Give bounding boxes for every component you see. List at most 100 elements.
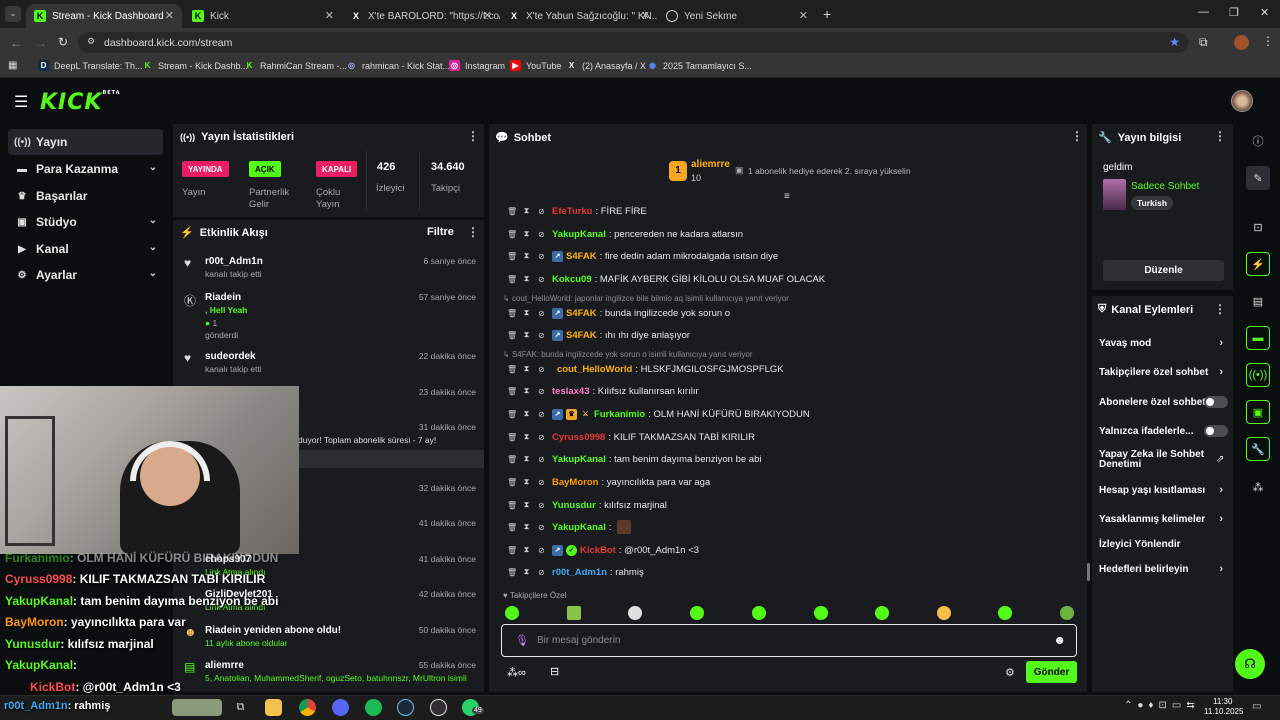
emote-icon[interactable] xyxy=(1060,606,1074,620)
menu-icon[interactable]: ⋮ xyxy=(1262,34,1274,48)
task-view-icon[interactable]: ⧉ xyxy=(232,699,249,716)
new-tab-icon[interactable]: + xyxy=(823,6,831,22)
tab-x-barolord[interactable]: X X'te BAROLORD: "https://t.co/... ✕ xyxy=(342,4,500,28)
ban-icon[interactable]: ⊘ xyxy=(537,455,546,464)
tab-search-icon[interactable]: ⌄ xyxy=(5,6,21,22)
delete-icon[interactable]: 🗑 xyxy=(507,568,517,577)
delete-icon[interactable]: 🗑 xyxy=(507,275,517,284)
timeout-icon[interactable]: ⧗ xyxy=(522,500,531,510)
broadcast-icon[interactable]: ((•)) xyxy=(1246,363,1270,387)
apps-grid-icon[interactable]: ▦ xyxy=(8,60,17,71)
discord-icon[interactable] xyxy=(332,699,349,716)
bookmark-youtube[interactable]: ▶ YouTube xyxy=(510,60,561,71)
delete-icon[interactable]: 🗑 xyxy=(507,230,517,239)
category-thumbnail[interactable] xyxy=(1103,179,1126,210)
chat-message[interactable]: 🗑 ⧗ ⊘ Yunusdur: kılıfsız marjinal xyxy=(507,496,1082,514)
tab-kick[interactable]: K Kick ✕ xyxy=(184,4,342,28)
bookmark-rahmican-stream[interactable]: K RahmiCan Stream -... xyxy=(244,60,347,71)
bookmark-kick-dashboard[interactable]: K Stream - Kick Dashb... xyxy=(142,60,248,71)
close-window-icon[interactable]: ✕ xyxy=(1260,6,1269,19)
emote-icon[interactable] xyxy=(752,606,766,620)
microphone-icon[interactable]: 🎙 xyxy=(515,634,529,647)
emoji-picker-icon[interactable]: ☻ xyxy=(1053,633,1066,647)
chat-message[interactable]: 🗑 ⧗ ⊘ YakupKanal: tam benim dayıma benziyon… xyxy=(507,450,1082,468)
emote-icon[interactable] xyxy=(628,606,642,620)
collapse-pinned-icon[interactable]: ≡ xyxy=(784,191,790,202)
filter-button[interactable]: Filtre xyxy=(427,226,454,238)
gift-icon[interactable]: ⊟ xyxy=(550,665,559,678)
ban-icon[interactable]: ⊘ xyxy=(537,387,546,396)
chat-input[interactable]: 🎙 Bir mesaj gönderin ☻ xyxy=(501,624,1077,657)
timeout-icon[interactable]: ⧗ xyxy=(522,432,531,442)
close-tab-icon[interactable]: ✕ xyxy=(483,9,492,22)
sidebar-item-ayarlar[interactable]: ⚙ Ayarlar ⌄ xyxy=(8,262,163,288)
action-slow-mode[interactable]: Yavaş mod › xyxy=(1099,336,1227,350)
chat-message[interactable]: 🗑 ⧗ ⊘ EfeTurku: FİRE FİRE xyxy=(507,202,1082,220)
action-account-age[interactable]: Hesap yaşı kısıtlaması › xyxy=(1099,483,1227,497)
tray-icons[interactable]: ⌃●♦⊡▭⇆ xyxy=(1124,700,1200,711)
chat-message[interactable]: 🗑 ⧗ ⊘ Kokcu09: MAFİK AYBERK GİBİ KİLOLU OLS… xyxy=(507,270,1082,288)
bookmark-star-icon[interactable]: ★ xyxy=(1169,35,1180,49)
ban-icon[interactable]: ⊘ xyxy=(537,523,546,532)
wrench-icon[interactable]: 🔧 xyxy=(1246,437,1270,461)
url-field[interactable]: ⚙ dashboard.kick.com/stream ★ xyxy=(78,32,1188,53)
tab-new-tab[interactable]: Yeni Sekme ✕ xyxy=(658,4,816,28)
chat-menu-icon[interactable]: ⋮ xyxy=(1071,129,1083,143)
chat-message[interactable]: 🗑 ⧗ ⊘ ↗ S4FAK: fire dedin adam mikrodalgada … xyxy=(507,247,1082,265)
ban-icon[interactable]: ⊘ xyxy=(537,230,546,239)
edit-stream-button[interactable]: Düzenle xyxy=(1103,260,1224,281)
external-link-icon[interactable]: ⇗ xyxy=(1216,454,1224,465)
sidebar-item-studyo[interactable]: ▣ Stüdyo ⌄ xyxy=(8,209,163,235)
site-info-icon[interactable]: ⚙ xyxy=(87,36,95,47)
document-icon[interactable]: ▤ xyxy=(1246,289,1270,313)
delete-icon[interactable]: 🗑 xyxy=(507,252,517,261)
chat-message[interactable]: 🗑 ⧗ ⊘ cout_HelloWorld: HLSKFJMGILOSFGJMOSPF… xyxy=(507,360,1082,378)
delete-icon[interactable]: 🗑 xyxy=(507,387,517,396)
restore-icon[interactable]: ❐ xyxy=(1229,6,1239,19)
chat-message[interactable]: 🗑 ⧗ ⊘ YakupKanal: xyxy=(507,518,1082,536)
tab-x-yabun[interactable]: X X'te Yabun Sağzıcoğlu: " KN... ✕ xyxy=(500,4,658,28)
capture-icon[interactable]: ⊡ xyxy=(1246,215,1270,239)
ban-icon[interactable]: ⊘ xyxy=(537,410,546,419)
timeout-icon[interactable]: ⧗ xyxy=(522,409,531,419)
ban-icon[interactable]: ⊘ xyxy=(537,309,546,318)
ban-icon[interactable]: ⊘ xyxy=(537,546,546,555)
tab-kick-dashboard[interactable]: K Stream - Kick Dashboard ✕ xyxy=(26,4,182,28)
send-button[interactable]: Gönder xyxy=(1026,661,1077,683)
delete-icon[interactable]: 🗑 xyxy=(507,478,517,487)
timeout-icon[interactable]: ⧗ xyxy=(522,251,531,261)
chat-message[interactable]: 🗑 ⧗ ⊘ BayMoron: yayıncılıkta para var aga xyxy=(507,473,1082,491)
close-tab-icon[interactable]: ✕ xyxy=(165,9,174,22)
ban-icon[interactable]: ⊘ xyxy=(537,568,546,577)
sidebar-item-para-kazanma[interactable]: ▬ Para Kazanma ⌄ xyxy=(8,156,163,182)
timeout-icon[interactable]: ⧗ xyxy=(522,308,531,318)
action-ai-moderation[interactable]: Yapay Zeka ile Sohbet Denetimi xyxy=(1099,449,1209,471)
emote-icon[interactable] xyxy=(690,606,704,620)
bookmark-kick-stats[interactable]: ◎ rahmican - Kick Stat... xyxy=(346,60,450,71)
user-avatar[interactable] xyxy=(1231,90,1253,112)
stats-menu-icon[interactable]: ⋮ xyxy=(467,129,479,143)
timeout-icon[interactable]: ⧗ xyxy=(522,545,531,555)
action-set-goals[interactable]: Hedefleri belirleyin › xyxy=(1099,562,1227,576)
timeout-icon[interactable]: ⧗ xyxy=(522,454,531,464)
bookmark-x[interactable]: X (2) Anasayfa / X xyxy=(566,60,646,71)
chat-message[interactable]: 🗑 ⧗ ⊘ r00t_Adm1n: rahmiş xyxy=(507,563,1082,581)
category-name[interactable]: Sadece Sohbet xyxy=(1131,181,1199,192)
chat-message[interactable]: 🗑 ⧗ ⊘ ↗ ✓ KickBot: @r00t_Adm1n <3 xyxy=(507,541,1082,559)
delete-icon[interactable]: 🗑 xyxy=(507,523,517,532)
timeout-icon[interactable]: ⧗ xyxy=(522,477,531,487)
ban-icon[interactable]: ⊘ xyxy=(537,365,546,374)
timeout-icon[interactable]: ⧗ xyxy=(522,386,531,396)
back-icon[interactable]: ← xyxy=(10,36,22,50)
taskbar-app-thumbnail[interactable] xyxy=(172,699,222,716)
emote-icon[interactable] xyxy=(875,606,889,620)
minimize-icon[interactable]: — xyxy=(1198,6,1209,18)
sidebar-item-kanal[interactable]: ▶ Kanal ⌄ xyxy=(8,236,163,262)
emote-icon[interactable] xyxy=(505,606,519,620)
sidebar-item-basarilar[interactable]: ♛ Başarılar xyxy=(8,183,163,209)
kick-coin-icon[interactable]: ⁂∞ xyxy=(507,666,526,679)
emote-icon[interactable] xyxy=(567,606,581,620)
profile-avatar[interactable] xyxy=(1234,35,1249,50)
chat-message[interactable]: 🗑 ⧗ ⊘ Cyruss0998: KILIF TAKMAZSAN TABİ KIRI… xyxy=(507,428,1082,446)
kick-logo[interactable]: KICKBETA xyxy=(40,90,121,115)
